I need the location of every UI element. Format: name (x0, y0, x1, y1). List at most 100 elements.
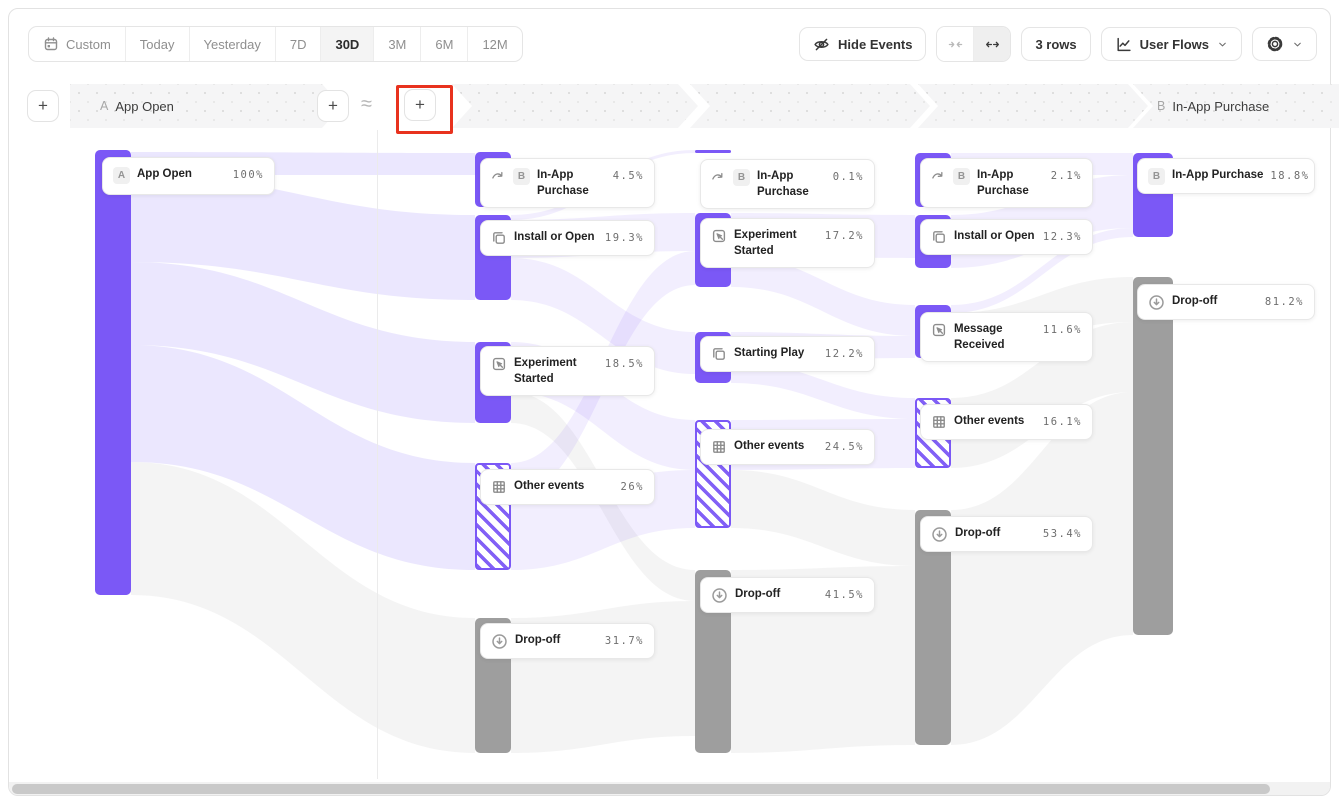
node-card-message-received[interactable]: Message Received11.6% (920, 312, 1093, 362)
gear-icon (1266, 35, 1284, 53)
approx-symbol: ≈ (361, 93, 372, 116)
calendar-icon (43, 36, 59, 52)
sankey-bar-drop-off[interactable] (1133, 277, 1173, 635)
node-card-other-events[interactable]: Other events 24.5% (700, 429, 875, 465)
drop-off-icon (711, 587, 728, 604)
node-percent: 18.5% (605, 356, 644, 370)
horizontal-scrollbar-thumb[interactable] (12, 784, 1270, 794)
node-card-experiment-started[interactable]: Experiment Started 17.2% (700, 218, 875, 268)
sankey-bar-in-app-purchase[interactable] (695, 150, 731, 153)
node-label: Drop-off (515, 633, 598, 649)
step-label: In-App Purchase (1172, 99, 1269, 114)
rows-label: 3 rows (1035, 37, 1076, 52)
node-percent: 2.1% (1051, 168, 1082, 182)
custom-event-icon (931, 322, 947, 338)
date-range-label: 7D (290, 37, 307, 52)
step-label: App Open (115, 99, 174, 114)
hide-events-button[interactable]: Hide Events (799, 27, 926, 61)
node-card-in-app-purchase[interactable]: BIn-App Purchase18.8% (1137, 158, 1315, 194)
settings-dropdown[interactable] (1252, 27, 1317, 61)
grid-icon (931, 414, 947, 430)
node-percent: 12.3% (1043, 229, 1082, 243)
node-percent: 19.3% (605, 230, 644, 244)
flow-step-segment-1[interactable]: A App Open (70, 84, 342, 128)
node-label: Install or Open (514, 230, 598, 246)
step-divider-line (377, 130, 378, 779)
date-range-today[interactable]: Today (125, 27, 189, 61)
node-card-drop-off[interactable]: Drop-off 31.7% (480, 623, 655, 659)
date-range-12m[interactable]: 12M (467, 27, 521, 61)
expand-columns-button[interactable] (973, 27, 1010, 61)
node-percent: 0.1% (833, 169, 864, 183)
node-card-app-open[interactable]: AApp Open100% (102, 157, 275, 195)
node-card-starting-play[interactable]: Starting Play 12.2% (700, 336, 875, 372)
event-letter-badge: B (513, 168, 530, 185)
node-card-drop-off[interactable]: Drop-off41.5% (700, 577, 875, 613)
flow-step-segment-5[interactable]: B In-App Purchase (1133, 84, 1339, 128)
node-card-in-app-purchase[interactable]: BIn-App Purchase2.1% (920, 158, 1093, 208)
date-range-label: 30D (335, 37, 359, 52)
date-range-yesterday[interactable]: Yesterday (189, 27, 275, 61)
node-label: In-App Purchase (1172, 168, 1263, 184)
date-range-label: 6M (435, 37, 453, 52)
node-card-other-events[interactable]: Other events16.1% (920, 404, 1093, 440)
node-label: Experiment Started (514, 356, 598, 387)
node-label: Other events (734, 439, 818, 455)
event-letter-badge: B (953, 168, 970, 185)
date-range-label: Custom (66, 37, 111, 52)
grid-icon (711, 439, 727, 455)
node-percent: 4.5% (613, 168, 644, 182)
date-range-30d[interactable]: 30D (320, 27, 373, 61)
node-percent: 31.7% (605, 633, 644, 647)
toolbar-right: Hide Events 3 rows User Flows (799, 26, 1317, 62)
node-card-drop-off[interactable]: Drop-off53.4% (920, 516, 1093, 552)
overlapping-squares-icon (931, 229, 947, 245)
flow-step-segment-3[interactable] (690, 84, 930, 128)
node-card-in-app-purchase[interactable]: B In-App Purchase 4.5% (480, 158, 655, 208)
node-percent: 24.5% (825, 439, 864, 453)
view-type-dropdown[interactable]: User Flows (1101, 27, 1242, 61)
sankey-bar-app-open[interactable] (95, 150, 131, 595)
flow-ribbon (731, 470, 915, 566)
node-percent: 53.4% (1043, 526, 1082, 540)
add-step-after-a-button[interactable]: + (317, 90, 349, 122)
node-card-drop-off[interactable]: Drop-off81.2% (1137, 284, 1315, 320)
collapse-columns-button[interactable] (937, 27, 973, 61)
node-label: Message Received (954, 322, 1036, 353)
date-range-3m[interactable]: 3M (373, 27, 420, 61)
step-letter: A (100, 99, 108, 113)
node-card-in-app-purchase[interactable]: B In-App Purchase 0.1% (700, 159, 875, 209)
date-range-custom[interactable]: Custom (29, 27, 125, 61)
step-letter: B (1157, 99, 1165, 113)
skip-arrow-icon (931, 168, 946, 183)
node-percent: 12.2% (825, 346, 864, 360)
custom-event-icon (711, 228, 727, 244)
event-letter-badge: B (733, 169, 750, 186)
rows-button[interactable]: 3 rows (1021, 27, 1090, 61)
flow-step-segment-4[interactable] (918, 84, 1148, 128)
add-step-before-button[interactable]: + (27, 90, 59, 122)
drop-off-icon (491, 633, 508, 650)
node-label: Experiment Started (734, 228, 818, 259)
custom-event-icon (491, 356, 507, 372)
node-percent: 17.2% (825, 228, 864, 242)
node-label: In-App Purchase (537, 168, 606, 199)
node-card-other-events[interactable]: Other events26% (480, 469, 655, 505)
node-percent: 100% (233, 167, 264, 181)
node-label: Other events (514, 479, 614, 495)
node-percent: 81.2% (1265, 294, 1304, 308)
node-card-experiment-started[interactable]: Experiment Started 18.5% (480, 346, 655, 396)
grid-icon (491, 479, 507, 495)
node-label: Install or Open (954, 229, 1036, 245)
node-card-install-or-open[interactable]: Install or Open 19.3% (480, 220, 655, 256)
node-label: Starting Play (734, 346, 818, 362)
flow-step-segment-2[interactable] (452, 84, 698, 128)
toolbar: Custom TodayYesterday 7D 30D 3M 6M 12M Hide Ev… (28, 26, 1317, 62)
node-label: In-App Purchase (757, 169, 826, 200)
overlapping-squares-icon (711, 346, 727, 362)
date-range-6m[interactable]: 6M (420, 27, 467, 61)
node-percent: 16.1% (1043, 414, 1082, 428)
date-range-7d[interactable]: 7D (275, 27, 321, 61)
hide-events-label: Hide Events (838, 37, 912, 52)
node-card-install-or-open[interactable]: Install or Open 12.3% (920, 219, 1093, 255)
